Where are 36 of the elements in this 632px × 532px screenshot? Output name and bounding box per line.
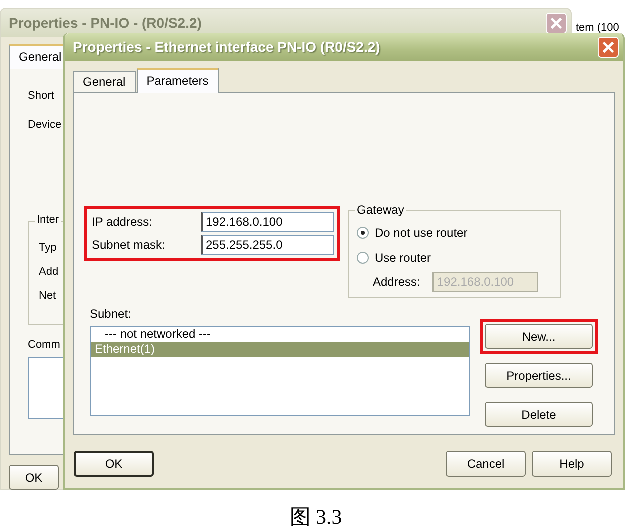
window-title: Properties - Ethernet interface PN-IO (R0/S2.2): [73, 39, 380, 55]
group-title: Gateway: [355, 203, 406, 217]
field-label: Address:: [373, 275, 420, 289]
tab[interactable]: General: [73, 71, 136, 92]
field-label: Device: [28, 118, 62, 130]
field-label: Net: [39, 290, 56, 302]
radio-button[interactable]: [357, 226, 369, 238]
radio-label: Do not use router: [375, 226, 468, 240]
field-label: Subnet:: [90, 307, 132, 321]
dialog-button[interactable]: Cancel: [446, 451, 526, 477]
group-title: Inter: [35, 214, 62, 226]
subnet-list[interactable]: --- not networked --- Ethernet(1): [90, 326, 470, 416]
ok-button[interactable]: OK: [9, 465, 59, 490]
dialog-button[interactable]: OK: [74, 451, 154, 477]
window-text: tem (100: [576, 22, 620, 34]
input-field[interactable]: 255.255.255.0: [201, 235, 334, 255]
radio-label: Use router: [375, 250, 432, 264]
dialog-button[interactable]: Help: [532, 451, 612, 477]
window-title: Properties - PN-IO - (R0/S2.2): [9, 15, 202, 31]
figure-caption: 图 3.3: [288, 504, 344, 531]
dialog-button[interactable]: Properties...: [485, 363, 593, 388]
field-label: Comm: [28, 339, 60, 351]
field-label: Short: [28, 90, 54, 102]
tab[interactable]: Parameters: [136, 68, 219, 93]
field-label: Add: [39, 266, 59, 278]
field-label: Subnet mask:: [92, 238, 166, 252]
comment-field[interactable]: [28, 357, 65, 419]
list-item[interactable]: --- not networked ---: [91, 327, 469, 342]
input-field[interactable]: 192.168.0.100: [201, 212, 334, 232]
close-icon[interactable]: [546, 12, 567, 34]
field-label: IP address:: [92, 215, 154, 229]
radio-button[interactable]: [357, 252, 369, 264]
dialog-button[interactable]: Delete: [485, 402, 593, 427]
field-label: Typ: [39, 242, 57, 254]
close-icon[interactable]: [598, 36, 619, 58]
dialog-button[interactable]: New...: [485, 324, 593, 349]
